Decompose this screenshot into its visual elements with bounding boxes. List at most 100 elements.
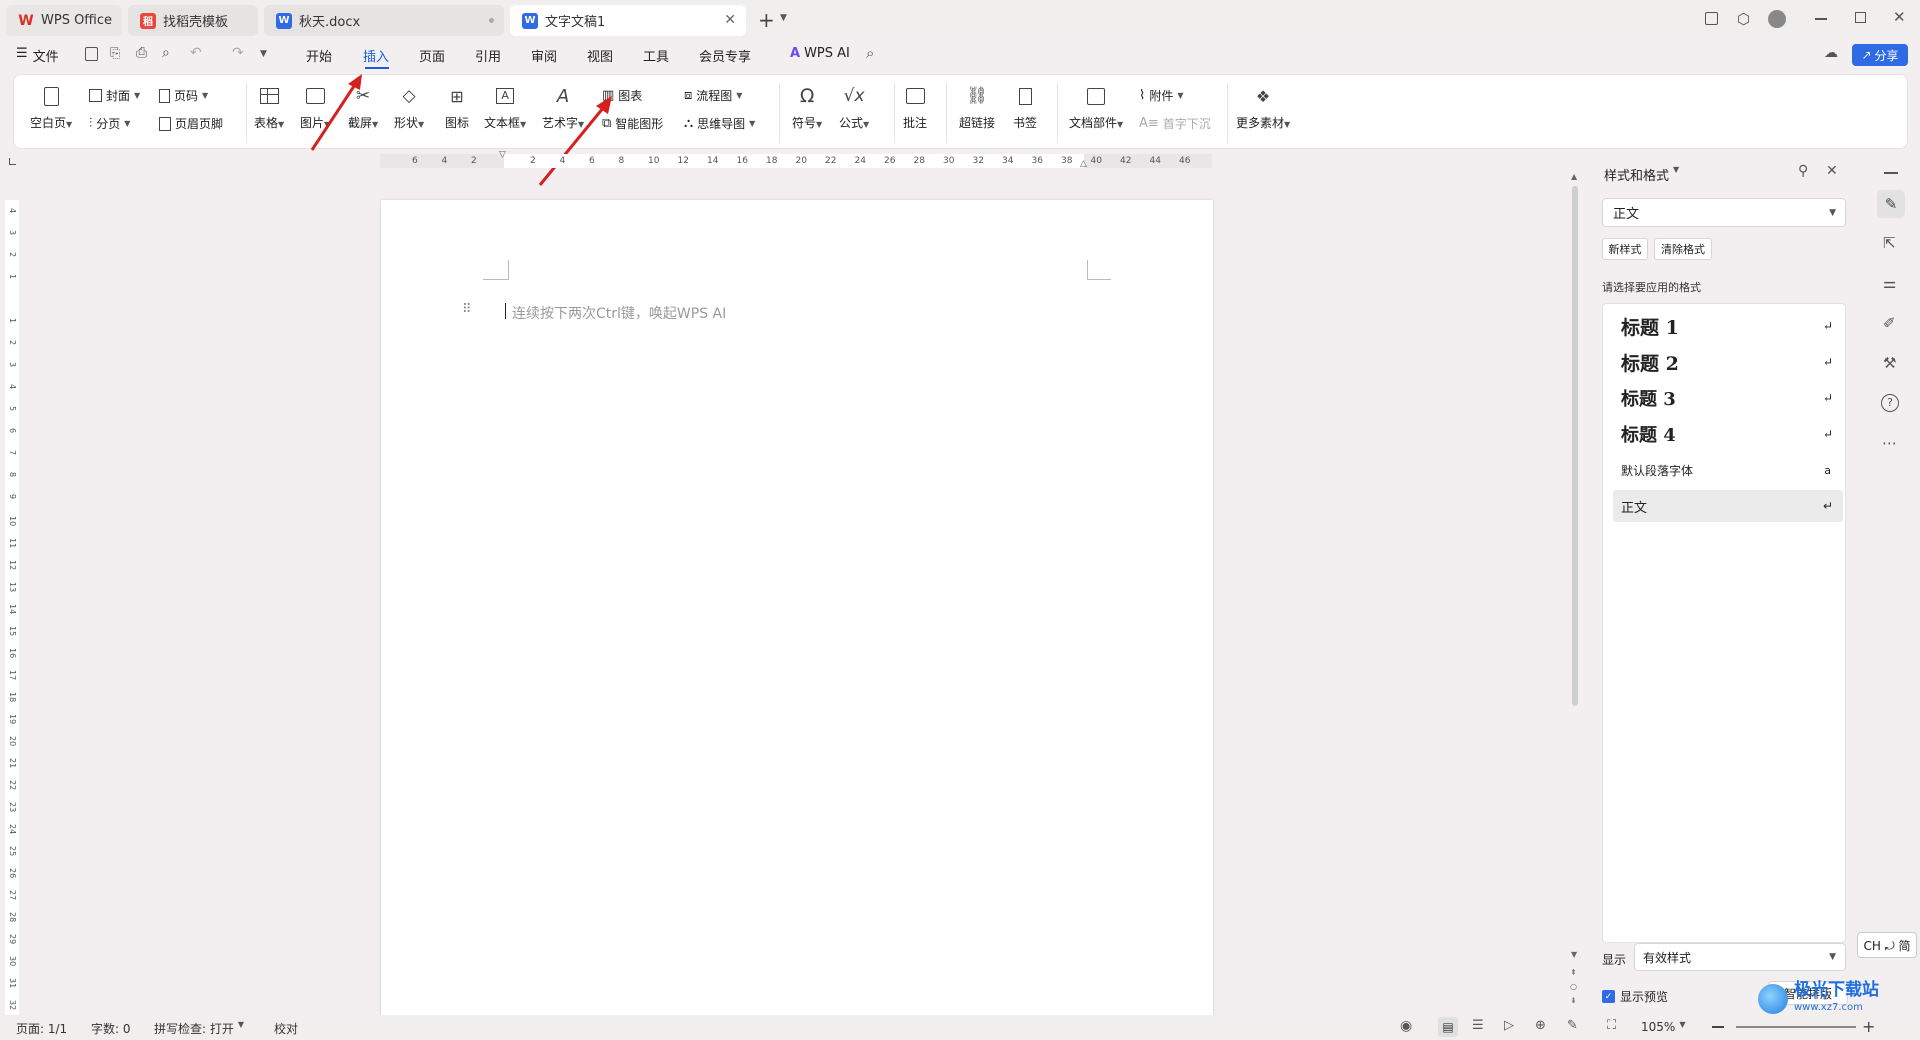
- page-break-button[interactable]: ⫶ 分页 ▼: [89, 115, 130, 132]
- right-indent-marker-icon[interactable]: △: [1080, 159, 1087, 169]
- file-menu[interactable]: ☰ 文件: [16, 46, 59, 65]
- word-count[interactable]: 字数: 0: [91, 1020, 131, 1037]
- zoom-level[interactable]: 105% ▼: [1641, 1020, 1685, 1034]
- doc-parts-button[interactable]: 文档部件▼: [1069, 83, 1123, 131]
- help-icon[interactable]: ?: [1881, 394, 1899, 412]
- mindmap-button[interactable]: ⛬ 思维导图 ▼: [684, 115, 755, 132]
- tab-autumn-docx[interactable]: W 秋天.docx: [264, 5, 504, 36]
- document-page[interactable]: ⠿ 连续按下两次Ctrl键，唤起WPS AI: [381, 200, 1213, 1020]
- restore-icon[interactable]: [1855, 12, 1866, 23]
- chevron-down-icon[interactable]: ▼: [780, 13, 787, 23]
- ai-placeholder-text[interactable]: 连续按下两次Ctrl键，唤起WPS AI: [512, 303, 726, 323]
- menu-member[interactable]: 会员专享: [699, 46, 751, 65]
- style-heading-1[interactable]: 标题 1 ↵: [1613, 310, 1843, 342]
- adjust-sliders-icon[interactable]: ⚌: [1883, 274, 1896, 292]
- page-view-icon[interactable]: ▤: [1438, 1017, 1458, 1037]
- pin-icon[interactable]: ⚲: [1798, 163, 1808, 179]
- style-heading-3[interactable]: 标题 3 ↵: [1613, 382, 1843, 414]
- table-button[interactable]: 表格▼: [254, 83, 284, 131]
- scroll-up-icon[interactable]: ▲: [1571, 172, 1577, 181]
- fit-page-icon[interactable]: ⛶: [1607, 1018, 1616, 1033]
- new-tab-button[interactable]: +: [758, 8, 775, 32]
- print-preview-icon[interactable]: ⌕: [162, 45, 170, 61]
- zoom-slider[interactable]: [1736, 1026, 1856, 1028]
- new-style-button[interactable]: 新样式: [1602, 238, 1648, 260]
- avatar[interactable]: [1768, 10, 1786, 28]
- vertical-scrollbar[interactable]: [1572, 186, 1578, 706]
- window-multi-icon[interactable]: [1705, 12, 1718, 25]
- tab-docer-templates[interactable]: 稻 找稻壳模板: [128, 5, 258, 36]
- page-nav-icons[interactable]: ⇞ ○ ⇟: [1570, 966, 1577, 1008]
- hyperlink-button[interactable]: ⛓ 超链接: [959, 83, 995, 131]
- tab-document1[interactable]: W 文字文稿1 ✕: [510, 5, 746, 36]
- more-icon[interactable]: ⋯: [1882, 434, 1897, 452]
- style-heading-2[interactable]: 标题 2 ↵: [1613, 346, 1843, 378]
- edit-doc-icon[interactable]: ✐: [1883, 314, 1896, 332]
- tools-icon[interactable]: ⚒: [1883, 354, 1896, 372]
- menu-tools[interactable]: 工具: [643, 46, 669, 65]
- flowchart-button[interactable]: ⧈ 流程图 ▼: [684, 87, 742, 104]
- pen-icon[interactable]: ✎: [1567, 1018, 1578, 1033]
- zoom-out-icon[interactable]: [1712, 1026, 1724, 1028]
- scroll-down-icon[interactable]: ▼: [1571, 950, 1577, 959]
- current-style-select[interactable]: 正文 ▼: [1602, 198, 1846, 227]
- tab-wps-office[interactable]: W WPS Office: [6, 5, 122, 36]
- web-view-icon[interactable]: ⊕: [1535, 1018, 1546, 1033]
- indent-marker-icon[interactable]: ▽: [499, 150, 506, 160]
- collapse-icon[interactable]: [1884, 172, 1898, 174]
- bookmark-button[interactable]: 书签: [1012, 83, 1038, 131]
- page-count[interactable]: 页面: 1/1: [16, 1020, 67, 1037]
- clear-format-button[interactable]: 清除格式: [1654, 238, 1712, 260]
- panel-title[interactable]: 样式和格式 ▼: [1604, 165, 1679, 184]
- redo-icon[interactable]: ↷: [232, 45, 244, 61]
- tab-stop-selector[interactable]: [9, 158, 16, 165]
- menu-view[interactable]: 视图: [587, 46, 613, 65]
- drag-handle-icon[interactable]: ⠿: [462, 302, 472, 317]
- spell-check-toggle[interactable]: 拼写检查: 打开 ▼: [154, 1020, 244, 1037]
- eye-icon[interactable]: ◉: [1400, 1018, 1412, 1034]
- search-icon[interactable]: ⌕: [866, 44, 874, 62]
- horizontal-ruler[interactable]: 6 4 2 2 4 6 8 10 12 14 16 18 20 22 24 26 28 30 32 34 36 38 40 4…: [380, 150, 1212, 169]
- symbol-button[interactable]: Ω 符号▼: [792, 83, 822, 131]
- show-preview-checkbox[interactable]: ✓ 显示预览: [1602, 988, 1668, 1005]
- vertical-ruler[interactable]: 4 3 2 1 1 2 3 4 5 6 7 8 9 10 11 12 13 14 15 16 17 18 19 20 21 22 2…: [5, 200, 19, 1015]
- print-icon[interactable]: ⎙: [136, 45, 147, 61]
- menu-references[interactable]: 引用: [475, 46, 501, 65]
- zoom-in-icon[interactable]: +: [1862, 1017, 1875, 1036]
- menu-review[interactable]: 审阅: [531, 46, 557, 65]
- outline-view-icon[interactable]: ☰: [1472, 1018, 1484, 1033]
- close-panel-icon[interactable]: ✕: [1826, 163, 1838, 179]
- icon-button[interactable]: ⊞ 图标: [444, 83, 470, 131]
- play-icon[interactable]: ▷: [1504, 1018, 1514, 1033]
- textbox-button[interactable]: A 文本框▼: [484, 83, 526, 131]
- export-pdf-icon[interactable]: ⎘: [110, 46, 120, 61]
- shape-button[interactable]: ◇ 形状▼: [394, 83, 424, 131]
- cube-icon[interactable]: ⬡: [1737, 10, 1750, 28]
- blank-page-button[interactable]: 空白页▼: [30, 83, 72, 131]
- show-filter-select[interactable]: 有效样式 ▼: [1634, 943, 1846, 971]
- wps-ai-button[interactable]: A WPS AI: [790, 46, 850, 61]
- attachment-button[interactable]: ⌇ 附件 ▼: [1139, 87, 1184, 104]
- comment-button[interactable]: 批注: [902, 83, 928, 131]
- more-materials-button[interactable]: ❖ 更多素材▼: [1236, 83, 1290, 131]
- style-heading-4[interactable]: 标题 4 ↵: [1613, 418, 1843, 450]
- close-window-icon[interactable]: ✕: [1893, 8, 1906, 26]
- share-button[interactable]: ↗ 分享: [1852, 44, 1908, 66]
- select-cursor-icon[interactable]: ⇱: [1883, 234, 1896, 252]
- close-tab-icon[interactable]: ✕: [724, 12, 736, 28]
- formula-button[interactable]: √x 公式▼: [839, 83, 869, 131]
- quick-access-more-icon[interactable]: ▼: [260, 49, 267, 59]
- cover-button[interactable]: 封面 ▼: [89, 87, 140, 104]
- undo-icon[interactable]: ↶: [190, 45, 202, 61]
- cloud-chat-icon[interactable]: ☁: [1824, 45, 1838, 61]
- proofread-button[interactable]: 校对: [274, 1020, 298, 1037]
- minimize-icon[interactable]: [1815, 18, 1827, 20]
- header-footer-button[interactable]: 页眉页脚: [159, 115, 223, 132]
- style-pen-icon[interactable]: ✎: [1877, 190, 1905, 218]
- style-body-text[interactable]: 正文 ↵: [1613, 490, 1843, 522]
- page-number-button[interactable]: 页码 ▼: [159, 87, 208, 104]
- style-default-paragraph-font[interactable]: 默认段落字体 a: [1613, 454, 1843, 486]
- quick-save-icon[interactable]: [85, 47, 98, 61]
- menu-page[interactable]: 页面: [419, 46, 445, 65]
- menu-home[interactable]: 开始: [306, 46, 332, 65]
